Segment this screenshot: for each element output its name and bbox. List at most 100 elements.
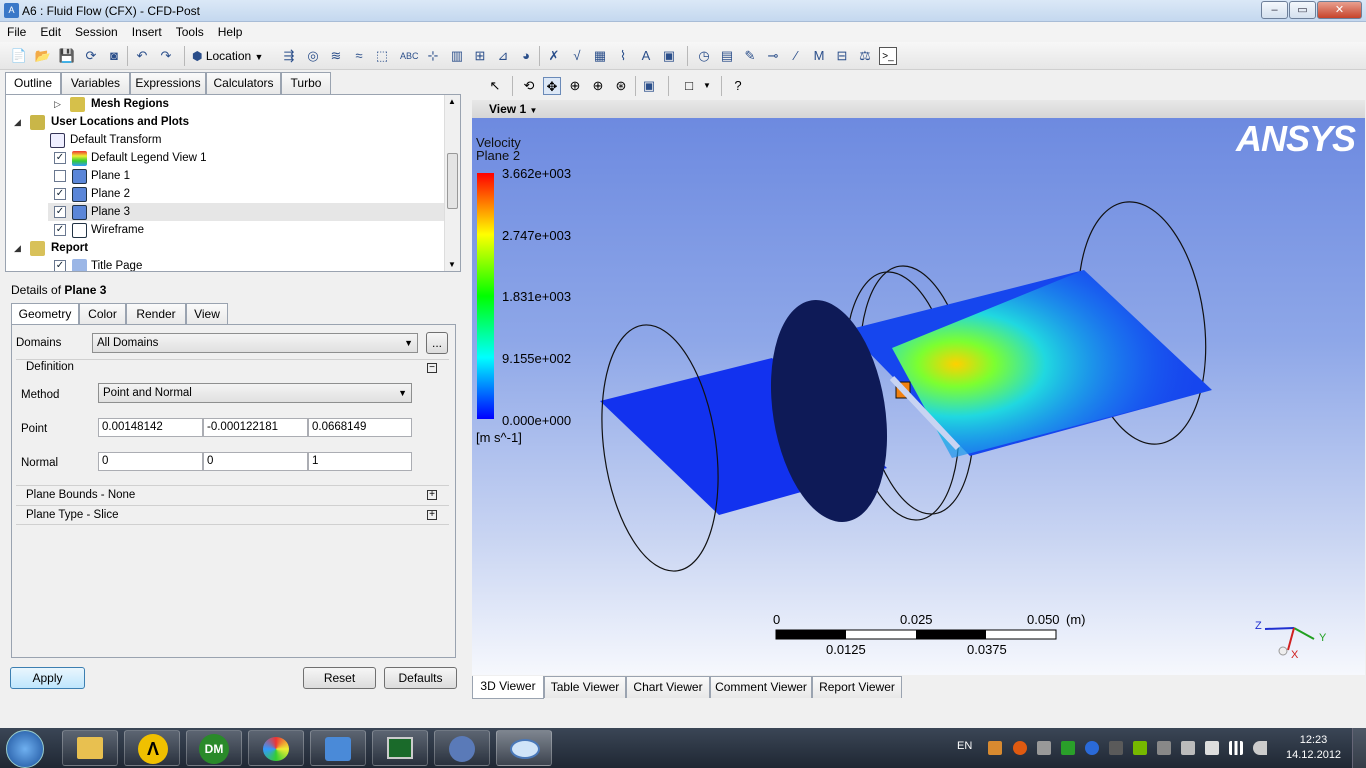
help-icon[interactable]: ? xyxy=(729,77,747,95)
comment-icon[interactable]: A xyxy=(637,47,655,65)
expand-arrow-icon[interactable]: ▷ xyxy=(54,95,61,113)
location-dropdown[interactable]: ⬢ Location ▼ xyxy=(192,46,274,66)
visibility-checkbox[interactable]: ✓ xyxy=(54,206,66,218)
clock[interactable]: 12:23 14.12.2012 xyxy=(1286,733,1341,763)
streamline-icon[interactable]: ≋ xyxy=(327,47,345,65)
3d-viewport[interactable]: ANSYS Velocity Plane 2 3.662e+003 2.747e… xyxy=(472,118,1365,675)
viewport-layout-icon[interactable]: □ xyxy=(680,77,698,95)
tab-color[interactable]: Color xyxy=(79,303,126,325)
plane-type-group[interactable]: Plane Type - Slice + xyxy=(16,505,449,525)
redo-icon[interactable]: ↷ xyxy=(157,47,175,65)
tray-icon[interactable] xyxy=(1109,741,1123,755)
tray-icon[interactable] xyxy=(1037,741,1051,755)
tray-icon[interactable] xyxy=(1013,741,1027,755)
tab-geometry[interactable]: Geometry xyxy=(11,303,79,326)
volume-render-icon[interactable]: ⬚ xyxy=(373,47,391,65)
expand-icon[interactable]: + xyxy=(427,490,437,500)
figure-icon[interactable]: ▣ xyxy=(660,47,678,65)
command-editor-icon[interactable]: >_ xyxy=(879,47,897,65)
menu-session[interactable]: Session xyxy=(68,22,125,39)
clip-plane-icon[interactable]: ⊿ xyxy=(494,47,512,65)
menu-help[interactable]: Help xyxy=(211,22,250,39)
menu-insert[interactable]: Insert xyxy=(125,22,169,39)
refresh-icon[interactable]: ⟳ xyxy=(82,47,100,65)
volume-icon[interactable] xyxy=(1253,741,1267,755)
collapse-icon[interactable]: − xyxy=(427,363,437,373)
normal-x-field[interactable]: 0 xyxy=(98,452,203,471)
menu-edit[interactable]: Edit xyxy=(33,22,68,39)
contour-icon[interactable]: ◎ xyxy=(304,47,322,65)
nvidia-icon[interactable] xyxy=(1133,741,1147,755)
animation-icon[interactable]: ▤ xyxy=(718,47,736,65)
collapse-arrow-icon[interactable]: ◢ xyxy=(14,239,21,257)
save-icon[interactable]: 💾 xyxy=(58,47,76,65)
plane-bounds-group[interactable]: Plane Bounds - None + xyxy=(16,485,449,505)
tab-table-viewer[interactable]: Table Viewer xyxy=(544,676,626,698)
tree-item-plane-1[interactable]: Plane 1 xyxy=(6,167,446,185)
view-selector[interactable]: View 1 ▼ xyxy=(472,100,1365,118)
undo-icon[interactable]: ↶ xyxy=(133,47,151,65)
vector-icon[interactable]: ⇶ xyxy=(280,47,298,65)
tray-icon[interactable] xyxy=(1061,741,1075,755)
zoom-icon[interactable]: ⊕ xyxy=(566,77,584,95)
zoom-fit-icon[interactable]: ⊛ xyxy=(612,77,630,95)
language-indicator[interactable]: EN xyxy=(957,740,972,752)
tree-item-report[interactable]: ◢ Report xyxy=(6,239,446,257)
tab-report-viewer[interactable]: Report Viewer xyxy=(812,676,902,698)
cfd-post-task[interactable] xyxy=(496,730,552,766)
tray-icon[interactable] xyxy=(1085,741,1099,755)
show-desktop-button[interactable] xyxy=(1352,728,1366,768)
particle-track-icon[interactable]: ≈ xyxy=(350,47,368,65)
expand-icon[interactable]: + xyxy=(427,510,437,520)
paint-task[interactable] xyxy=(248,730,304,766)
case-comparison-icon[interactable]: ⚖ xyxy=(856,47,874,65)
pan-icon[interactable]: ✥ xyxy=(543,77,561,95)
tab-chart-viewer[interactable]: Chart Viewer xyxy=(626,676,710,698)
point-y-field[interactable]: -0.000122181 xyxy=(203,418,308,437)
tab-comment-viewer[interactable]: Comment Viewer xyxy=(710,676,812,698)
tab-render[interactable]: Render xyxy=(126,303,186,325)
zoom-box-icon[interactable]: ⊕ xyxy=(589,77,607,95)
maximize-button[interactable]: ▭ xyxy=(1289,1,1316,19)
mesh-calculator-icon[interactable]: ⊟ xyxy=(833,47,851,65)
tree-item-mesh-regions[interactable]: ▷ Mesh Regions xyxy=(6,95,446,113)
instance-transform-icon[interactable]: ⊞ xyxy=(471,47,489,65)
design-modeler-task[interactable]: DM xyxy=(186,730,242,766)
legend-icon[interactable]: ▥ xyxy=(448,47,466,65)
menu-file[interactable]: File xyxy=(0,22,33,39)
tree-item-default-legend[interactable]: ✓ Default Legend View 1 xyxy=(6,149,446,167)
coordinate-frame-icon[interactable]: ⊹ xyxy=(424,47,442,65)
point-x-field[interactable]: 0.00148142 xyxy=(98,418,203,437)
open-icon[interactable]: 📂 xyxy=(34,47,52,65)
function-calculator-icon[interactable]: ⁄ xyxy=(787,47,805,65)
explorer-task[interactable] xyxy=(62,730,118,766)
network-icon[interactable] xyxy=(1229,741,1243,755)
variable-icon[interactable]: ✗ xyxy=(545,47,563,65)
point-z-field[interactable]: 0.0668149 xyxy=(308,418,412,437)
probe-icon[interactable]: ⊸ xyxy=(764,47,782,65)
expression-icon[interactable]: √ xyxy=(568,47,586,65)
quick-editor-icon[interactable]: ✎ xyxy=(741,47,759,65)
table-icon[interactable]: ▦ xyxy=(591,47,609,65)
domains-select[interactable]: All Domains ▼ xyxy=(92,333,418,353)
chevron-down-icon[interactable]: ▼ xyxy=(698,77,716,95)
defaults-button[interactable]: Defaults xyxy=(384,667,457,689)
action-center-icon[interactable] xyxy=(1181,741,1195,755)
macro-calculator-icon[interactable]: M xyxy=(810,47,828,65)
close-button[interactable]: ✕ xyxy=(1317,1,1362,19)
tree-item-plane-3[interactable]: ✓ Plane 3 xyxy=(48,203,446,221)
screenshot-icon[interactable]: ◙ xyxy=(105,47,123,65)
color-map-icon[interactable]: ◕ xyxy=(517,47,535,65)
chart-icon[interactable]: ⌇ xyxy=(614,47,632,65)
normal-y-field[interactable]: 0 xyxy=(203,452,308,471)
tray-icon[interactable] xyxy=(988,741,1002,755)
start-button[interactable] xyxy=(6,730,44,768)
tree-item-title-page[interactable]: ✓ Title Page xyxy=(6,257,446,271)
timestep-icon[interactable]: ◷ xyxy=(695,47,713,65)
tab-calculators[interactable]: Calculators xyxy=(206,72,281,94)
collapse-arrow-icon[interactable]: ◢ xyxy=(14,113,21,131)
tree-item-wireframe[interactable]: ✓ Wireframe xyxy=(6,221,446,239)
visibility-checkbox[interactable] xyxy=(54,170,66,182)
text-icon[interactable]: ABC xyxy=(400,47,419,65)
tab-turbo[interactable]: Turbo xyxy=(281,72,331,94)
